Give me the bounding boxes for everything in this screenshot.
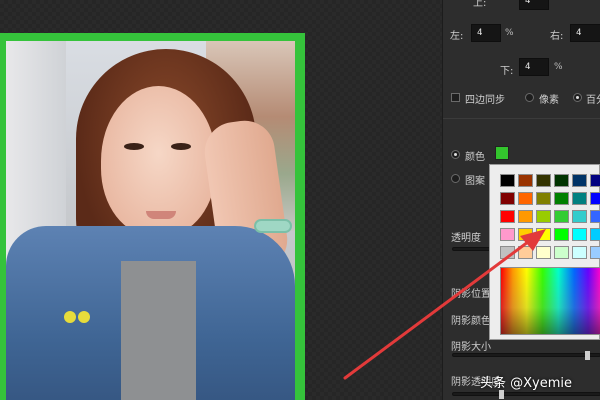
fill-pattern-radio[interactable] — [451, 174, 460, 183]
shadow-position-label: 阴影位置 — [451, 289, 491, 300]
color-swatch[interactable] — [590, 246, 600, 259]
photo-bracelet — [254, 219, 292, 233]
color-spectrum[interactable] — [500, 267, 600, 335]
unit-pixel-radio[interactable] — [525, 93, 534, 102]
color-swatch[interactable] — [590, 174, 600, 187]
bottom-percent-unit: % — [554, 62, 563, 72]
fill-color-label: 颜色 — [465, 152, 485, 163]
bottom-margin-input[interactable]: 4 — [519, 58, 549, 76]
opacity-slider[interactable] — [452, 247, 492, 251]
left-margin-input[interactable]: 4 — [471, 24, 501, 42]
top-margin-input[interactable]: 4 — [519, 0, 549, 10]
shadow-opacity-slider[interactable] — [452, 392, 600, 396]
current-color-swatch[interactable] — [495, 146, 509, 160]
color-swatch[interactable] — [500, 192, 515, 205]
color-swatch[interactable] — [554, 228, 569, 241]
color-swatch[interactable] — [554, 210, 569, 223]
unit-percent-radio[interactable] — [573, 93, 582, 102]
color-swatch[interactable] — [536, 228, 551, 241]
photo-pin — [78, 311, 90, 323]
left-percent-unit: % — [505, 28, 514, 38]
fill-color-radio[interactable] — [451, 150, 460, 159]
color-swatch[interactable] — [500, 228, 515, 241]
photo-shirt — [121, 261, 196, 400]
left-margin-label: 左: — [450, 31, 464, 42]
unit-pixel-label: 像素 — [539, 95, 559, 106]
photo-pin — [64, 311, 76, 323]
right-margin-label: 右: — [550, 31, 564, 42]
color-swatch[interactable] — [518, 174, 533, 187]
sync-four-sides-checkbox[interactable] — [451, 93, 460, 102]
watermark: 头条 @Xyemie — [480, 376, 573, 391]
color-swatch[interactable] — [500, 210, 515, 223]
color-swatch[interactable] — [554, 174, 569, 187]
color-swatch[interactable] — [536, 192, 551, 205]
color-swatch[interactable] — [518, 246, 533, 259]
color-swatch[interactable] — [554, 192, 569, 205]
photo — [6, 41, 295, 400]
fill-pattern-label: 图案 — [465, 176, 485, 187]
color-swatch[interactable] — [572, 174, 587, 187]
color-swatch[interactable] — [536, 174, 551, 187]
color-swatch[interactable] — [572, 228, 587, 241]
color-swatch[interactable] — [536, 246, 551, 259]
color-swatch[interactable] — [590, 192, 600, 205]
color-swatch[interactable] — [518, 210, 533, 223]
panel-divider — [443, 118, 600, 119]
canvas-area — [0, 0, 442, 400]
color-swatch[interactable] — [500, 174, 515, 187]
shadow-opacity-slider-thumb[interactable] — [499, 390, 504, 399]
top-margin-label: 上: — [473, 0, 487, 9]
sync-four-sides-label: 四边同步 — [465, 95, 505, 106]
color-swatch[interactable] — [500, 246, 515, 259]
color-swatch[interactable] — [572, 210, 587, 223]
photo-right-eye — [171, 143, 191, 150]
shadow-color-label: 阴影颜色 — [451, 316, 491, 327]
shadow-size-slider-thumb[interactable] — [585, 351, 590, 360]
shadow-size-label: 阴影大小 — [451, 342, 491, 353]
photo-left-eye — [124, 143, 144, 150]
color-swatch[interactable] — [554, 246, 569, 259]
color-swatch[interactable] — [590, 210, 600, 223]
bottom-margin-label: 下: — [500, 66, 514, 77]
color-swatch[interactable] — [590, 228, 600, 241]
photo-mouth — [146, 211, 176, 219]
unit-percent-label: 百分 — [586, 95, 600, 106]
color-swatch[interactable] — [572, 246, 587, 259]
shadow-size-slider[interactable] — [452, 353, 600, 357]
color-swatch[interactable] — [518, 192, 533, 205]
photo-border-frame — [0, 33, 305, 400]
opacity-label: 透明度 — [451, 233, 481, 244]
color-swatch[interactable] — [572, 192, 587, 205]
color-picker-popup — [489, 164, 600, 340]
right-margin-input[interactable]: 4 — [570, 24, 600, 42]
color-swatch[interactable] — [518, 228, 533, 241]
color-swatch[interactable] — [536, 210, 551, 223]
